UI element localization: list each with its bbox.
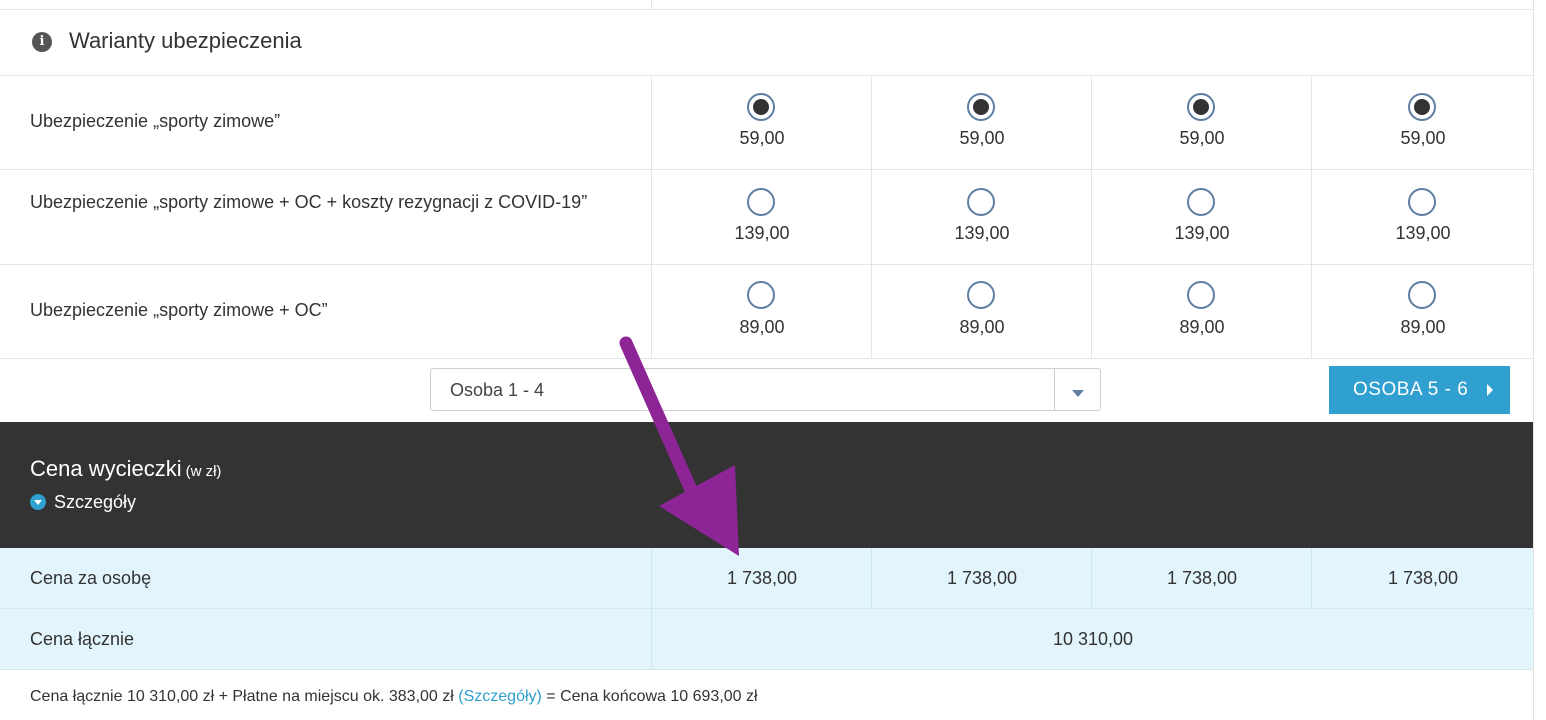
person-price-value: 1 738,00 <box>946 568 1018 588</box>
next-persons-label: OSOBA 5 - 6 <box>1353 379 1469 400</box>
insurance-radio-person-3[interactable] <box>1187 188 1215 216</box>
total-price-cell: 10 310,00 <box>651 609 1534 669</box>
insurance-option-row: Ubezpieczenie „sporty zimowe + OC” 89,00… <box>0 265 1533 359</box>
option-price: 89,00 <box>959 317 1005 337</box>
person-column: 89,00 <box>1091 265 1312 358</box>
price-section-title: Cena wycieczki (w zł) <box>30 456 221 482</box>
summary-final-text: = Cena końcowa 10 693,00 zł <box>541 688 758 705</box>
price-title-text: Cena wycieczki <box>30 456 182 481</box>
insurance-radio-person-3[interactable] <box>1187 281 1215 309</box>
insurance-option-row: Ubezpieczenie „sporty zimowe + OC + kosz… <box>0 170 1533 265</box>
total-price-value: 10 310,00 <box>1052 629 1134 649</box>
next-persons-button[interactable]: OSOBA 5 - 6 <box>1329 366 1510 414</box>
person-group-select-value: Osoba 1 - 4 <box>450 380 545 400</box>
person-column: 59,00 <box>871 76 1092 169</box>
summary-text: Cena łącznie 10 310,00 zł + Płatne na mi… <box>30 688 454 705</box>
insurance-radio-person-3[interactable] <box>1187 93 1215 121</box>
insurance-radio-person-4[interactable] <box>1408 188 1436 216</box>
person-column: 59,00 <box>651 76 872 169</box>
person-column: 139,00 <box>651 170 872 264</box>
info-icon: i <box>32 32 52 52</box>
person-price-cell: 1 738,00 <box>871 548 1092 608</box>
section-header: i Warianty ubezpieczenia <box>0 10 1533 76</box>
person-price-cell: 1 738,00 <box>1311 548 1534 608</box>
person-price-cell: 1 738,00 <box>651 548 872 608</box>
insurance-radio-person-2[interactable] <box>967 188 995 216</box>
insurance-radio-person-4[interactable] <box>1408 281 1436 309</box>
top-strip <box>0 0 1533 10</box>
insurance-radio-person-2[interactable] <box>967 281 995 309</box>
person-column: 89,00 <box>1311 265 1534 358</box>
option-price: 89,00 <box>1400 317 1446 337</box>
insurance-radio-person-1[interactable] <box>747 281 775 309</box>
insurance-option-label: Ubezpieczenie „sporty zimowe” <box>30 111 281 131</box>
option-price: 139,00 <box>1174 223 1230 243</box>
insurance-option-label: Ubezpieczenie „sporty zimowe + OC + kosz… <box>30 192 588 212</box>
total-price-row: Cena łącznie 10 310,00 <box>0 609 1533 670</box>
person-column: 89,00 <box>871 265 1092 358</box>
person-column: 139,00 <box>1311 170 1534 264</box>
person-column: 89,00 <box>651 265 872 358</box>
select-divider <box>1054 369 1055 410</box>
insurance-radio-person-1[interactable] <box>747 93 775 121</box>
total-label: Cena łącznie <box>30 629 135 649</box>
price-details-toggle[interactable]: Szczegóły <box>30 492 136 513</box>
insurance-radio-person-4[interactable] <box>1408 93 1436 121</box>
per-person-price-row: Cena za osobę 1 738,00 1 738,00 1 738,00… <box>0 548 1533 609</box>
person-price-value: 1 738,00 <box>726 568 798 588</box>
option-price: 139,00 <box>954 223 1010 243</box>
person-pager: Osoba 1 - 4 OSOBA 5 - 6 <box>0 359 1533 422</box>
insurance-option-label: Ubezpieczenie „sporty zimowe + OC” <box>30 300 328 320</box>
section-title: Warianty ubezpieczenia <box>69 28 302 53</box>
summary-details-link[interactable]: (Szczegóły) <box>458 688 542 705</box>
insurance-option-row: Ubezpieczenie „sporty zimowe” 59,00 59,0… <box>0 76 1533 170</box>
insurance-radio-person-1[interactable] <box>747 188 775 216</box>
price-header: Cena wycieczki (w zł) Szczegóły <box>0 422 1533 548</box>
option-price: 59,00 <box>1179 128 1225 148</box>
person-column: 139,00 <box>871 170 1092 264</box>
person-group-select[interactable]: Osoba 1 - 4 <box>430 368 1101 411</box>
option-price: 59,00 <box>959 128 1005 148</box>
person-price-cell: 1 738,00 <box>1091 548 1312 608</box>
insurance-panel: i Warianty ubezpieczenia Ubezpieczenie „… <box>0 0 1534 720</box>
option-price: 139,00 <box>734 223 790 243</box>
final-price-summary: Cena łącznie 10 310,00 zł + Płatne na mi… <box>30 688 758 706</box>
chevron-down-icon[interactable] <box>1072 390 1084 397</box>
person-price-value: 1 738,00 <box>1387 568 1459 588</box>
option-price: 89,00 <box>739 317 785 337</box>
insurance-radio-person-2[interactable] <box>967 93 995 121</box>
person-column: 59,00 <box>1311 76 1534 169</box>
caret-right-icon <box>1487 384 1493 396</box>
option-price: 89,00 <box>1179 317 1225 337</box>
price-unit: (w zł) <box>185 463 222 480</box>
person-column: 59,00 <box>1091 76 1312 169</box>
option-price: 59,00 <box>1400 128 1446 148</box>
price-details-label: Szczegóły <box>54 492 137 512</box>
option-price: 139,00 <box>1395 223 1451 243</box>
option-price: 59,00 <box>739 128 785 148</box>
per-person-label: Cena za osobę <box>30 568 152 588</box>
person-price-value: 1 738,00 <box>1166 568 1238 588</box>
caret-down-circle-icon <box>30 494 46 510</box>
person-column: 139,00 <box>1091 170 1312 264</box>
